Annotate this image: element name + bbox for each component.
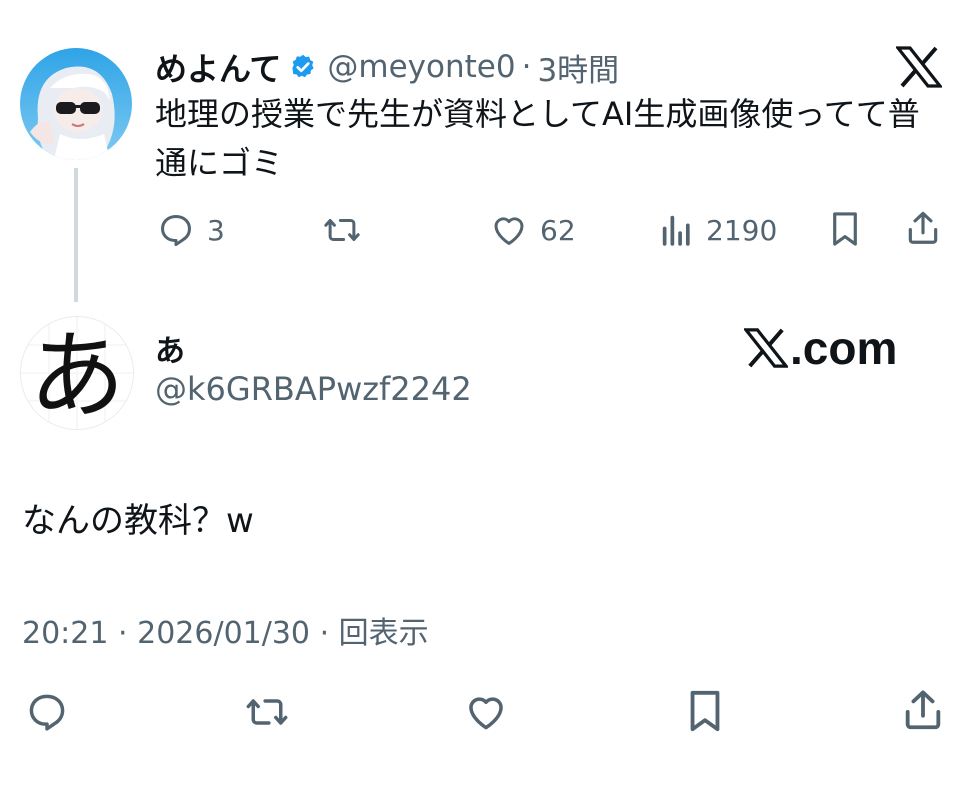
- tweet-date[interactable]: 2026/01/30: [137, 616, 310, 651]
- timestamp[interactable]: 3時間: [537, 45, 619, 90]
- share-button[interactable]: [900, 686, 946, 734]
- avatar[interactable]: [20, 48, 132, 160]
- views-button[interactable]: 2190: [660, 211, 777, 249]
- share-icon: [904, 208, 942, 248]
- retweet-button[interactable]: [242, 690, 292, 734]
- like-button[interactable]: 62: [490, 211, 576, 249]
- tweet-meta: 20:21 · 2026/01/30 · 回表示: [22, 608, 429, 652]
- reply-button[interactable]: [24, 690, 70, 734]
- reply-icon: [24, 690, 70, 734]
- reply-icon: [157, 211, 195, 249]
- x-logo-icon: [744, 328, 788, 368]
- views-icon: [660, 211, 694, 249]
- like-icon: [490, 211, 528, 249]
- separator: ·: [319, 616, 330, 651]
- x-logo-icon: [896, 46, 942, 88]
- like-count: 62: [540, 213, 576, 247]
- avatar-glyph: あ: [29, 320, 125, 429]
- handle[interactable]: @meyonte0: [327, 49, 515, 85]
- view-count: 2190: [706, 213, 778, 247]
- reply-count: 3: [207, 213, 225, 247]
- retweet-icon: [242, 690, 292, 734]
- thread-connector-line: [74, 168, 78, 302]
- like-button[interactable]: [463, 690, 509, 734]
- watermark-text: .com: [790, 322, 898, 374]
- handle[interactable]: @k6GRBAPwzf2242: [155, 370, 472, 408]
- share-icon: [900, 686, 946, 734]
- separator: ·: [118, 616, 128, 651]
- tweet-header: めよんて @meyonte0 · 3時間: [155, 44, 619, 90]
- tweet-text: なんの教科？w: [22, 501, 254, 541]
- reply-button[interactable]: 3: [157, 211, 225, 249]
- separator: ·: [521, 49, 532, 85]
- x-com-watermark: .com: [744, 320, 897, 376]
- display-name[interactable]: あ: [155, 326, 185, 370]
- avatar[interactable]: あ: [20, 316, 134, 430]
- views-label: 回表示: [338, 616, 429, 651]
- bookmark-icon: [685, 688, 725, 734]
- share-button[interactable]: [904, 208, 942, 248]
- tweet-time[interactable]: 20:21: [22, 616, 108, 651]
- bookmark-button[interactable]: [828, 210, 862, 248]
- verified-badge-icon: [289, 53, 317, 81]
- bookmark-button[interactable]: [685, 688, 725, 734]
- retweet-icon: [322, 211, 362, 249]
- retweet-button[interactable]: [322, 211, 362, 249]
- like-icon: [463, 690, 509, 734]
- display-name[interactable]: めよんて: [155, 44, 281, 90]
- tweet-text: 地理の授業で先生が資料としてAI生成画像使ってて普通にゴミ: [155, 95, 920, 182]
- bookmark-icon: [828, 210, 862, 248]
